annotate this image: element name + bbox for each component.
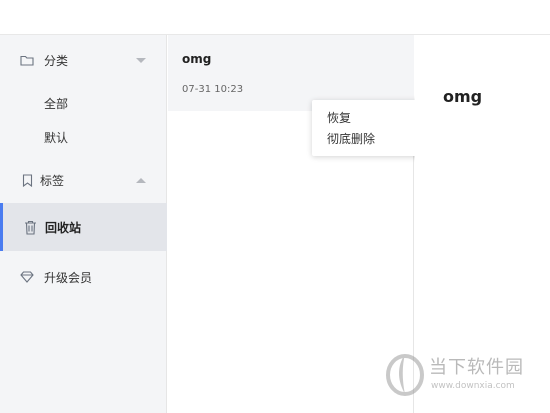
context-menu: 恢复 彻底删除 [312, 100, 425, 156]
watermark-name: 当下软件园 [429, 357, 524, 378]
sidebar-item-category[interactable]: 分类 [0, 49, 167, 71]
watermark: 当下软件园 www.downxia.com [385, 350, 545, 400]
note-date: 07-31 10:23 [182, 84, 244, 95]
sidebar-item-label: 标签 [40, 173, 65, 188]
sidebar-item-label: 升级会员 [44, 270, 93, 285]
restore-menu-item[interactable]: 恢复 [327, 109, 351, 126]
category-item-default[interactable]: 默认 [44, 129, 68, 146]
chevron-down-icon[interactable] [136, 57, 146, 63]
sidebar-item-label: 分类 [44, 53, 69, 68]
sidebar-item-label: 回收站 [45, 220, 82, 235]
top-bar [0, 0, 550, 35]
sidebar-item-tags[interactable]: 标签 [0, 169, 167, 191]
watermark-url: www.downxia.com [431, 381, 515, 391]
sidebar-item-trash[interactable]: 回收站 [0, 203, 167, 251]
note-detail-title: omg [443, 87, 483, 106]
diamond-icon [20, 270, 34, 284]
watermark-logo-icon [386, 354, 424, 396]
folder-icon [20, 53, 34, 67]
note-list: omg 07-31 10:23 [168, 35, 414, 413]
delete-permanently-menu-item[interactable]: 彻底删除 [327, 130, 375, 147]
trash-icon [23, 220, 37, 235]
category-item-all[interactable]: 全部 [44, 95, 68, 112]
sidebar-item-upgrade[interactable]: 升级会员 [0, 266, 167, 288]
note-title: omg [182, 52, 212, 66]
sidebar: 分类 全部 默认 标签 回收站 升级会员 [0, 35, 167, 413]
chevron-up-icon[interactable] [136, 177, 146, 183]
bookmark-icon [20, 173, 34, 187]
